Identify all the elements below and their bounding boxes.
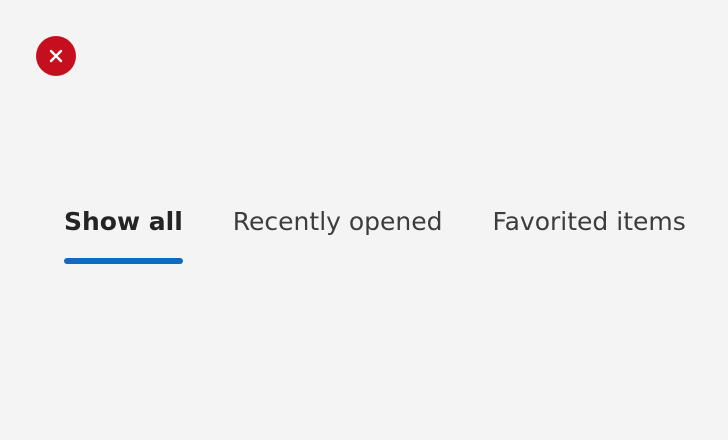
- tab-favorited-items[interactable]: Favorited items: [493, 204, 686, 266]
- tab-label: Show all: [64, 207, 183, 236]
- tab-recently-opened[interactable]: Recently opened: [233, 204, 443, 266]
- dismiss-icon: [48, 48, 64, 64]
- tab-show-all[interactable]: Show all: [64, 204, 183, 266]
- tab-label: Favorited items: [492, 207, 686, 236]
- selected-tab-indicator: [64, 258, 183, 264]
- tab-list: Show all Recently opened Favorited items: [64, 204, 686, 266]
- tab-label: Recently opened: [232, 207, 443, 236]
- error-status-badge: [36, 36, 76, 76]
